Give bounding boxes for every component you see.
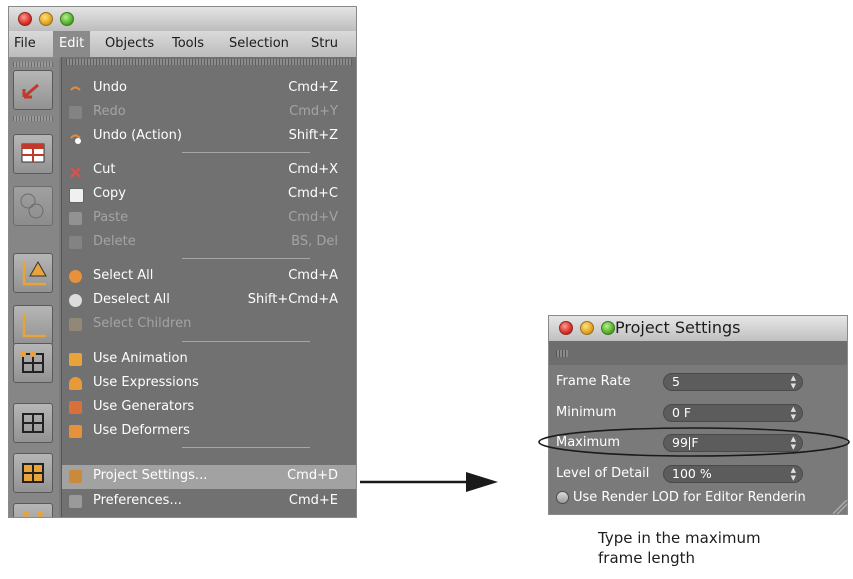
- menu-tools[interactable]: Tools: [172, 36, 204, 51]
- menu-item-use-deformers[interactable]: Use Deformers: [62, 420, 356, 444]
- minimum-row: Minimum 0 F ▲ ▼: [549, 401, 847, 425]
- panel-grip[interactable]: [556, 350, 568, 357]
- window-title: Project Settings: [615, 318, 741, 337]
- menu-item-undo-action[interactable]: Undo (Action) Shift+Z: [62, 125, 356, 149]
- select-children-icon: [69, 318, 82, 331]
- pointer-arrow-icon: [360, 472, 498, 492]
- menu-item-project-settings[interactable]: Project Settings... Cmd+D: [62, 465, 356, 489]
- undo-action-icon: [69, 130, 82, 144]
- menu-tearoff-grip[interactable]: [66, 59, 352, 65]
- select-all-icon: [69, 270, 82, 283]
- undo-tool-button[interactable]: [13, 70, 53, 110]
- render-button[interactable]: [13, 186, 53, 226]
- cinema4d-window: File Edit Objects Tools Selection Stru U…: [8, 6, 357, 518]
- menu-item-cut[interactable]: Cut Cmd+X: [62, 159, 356, 183]
- menu-item-preferences[interactable]: Preferences... Cmd+E: [62, 490, 356, 514]
- project-settings-titlebar: Project Settings: [549, 316, 847, 342]
- menu-separator: [182, 447, 310, 448]
- menu-objects[interactable]: Objects: [105, 36, 154, 51]
- polygons-mode-button[interactable]: [13, 453, 53, 493]
- undo-arrow-icon: [22, 83, 39, 99]
- menu-item-paste[interactable]: Paste Cmd+V: [62, 207, 356, 231]
- paste-icon: [69, 212, 82, 225]
- view-layout-button[interactable]: [13, 134, 53, 174]
- instruction-caption: Type in the maximum frame length: [598, 529, 761, 567]
- zoom-window-button[interactable]: [601, 321, 615, 335]
- render-icon: [20, 193, 44, 219]
- tool-palette: [9, 58, 59, 517]
- menu-separator: [182, 341, 310, 342]
- panel-grip-row: [549, 341, 847, 365]
- animation-icon: [69, 353, 82, 366]
- maximum-highlight-ellipse: [538, 427, 850, 457]
- polygons-icon: [22, 463, 44, 483]
- render-lod-row: Use Render LOD for Editor Renderin: [549, 486, 847, 510]
- frame-rate-row: Frame Rate 5 ▲ ▼: [549, 370, 847, 394]
- stepper-arrows-icon[interactable]: ▲ ▼: [791, 374, 796, 390]
- menu-item-use-animation[interactable]: Use Animation: [62, 348, 356, 372]
- render-lod-checkbox[interactable]: [556, 491, 569, 504]
- menu-item-select-children[interactable]: Select Children: [62, 313, 356, 337]
- layout-icon: [21, 143, 45, 163]
- edges-icon: [22, 413, 44, 433]
- project-settings-window: Project Settings Frame Rate 5 ▲ ▼ Minimum…: [548, 315, 848, 515]
- frame-rate-field[interactable]: 5 ▲ ▼: [663, 373, 803, 391]
- menu-item-select-all[interactable]: Select All Cmd+A: [62, 265, 356, 289]
- menu-selection[interactable]: Selection: [229, 36, 289, 51]
- menu-item-undo[interactable]: Undo Cmd+Z: [62, 77, 356, 101]
- menu-structure[interactable]: Stru: [311, 36, 338, 51]
- hierarchy-button[interactable]: [13, 503, 53, 517]
- stepper-arrows-icon[interactable]: ▲ ▼: [791, 405, 796, 421]
- menu-file[interactable]: File: [14, 36, 36, 51]
- menu-separator: [182, 152, 310, 153]
- menu-separator: [182, 258, 310, 259]
- points-mode-button[interactable]: [13, 343, 53, 383]
- menu-item-deselect-all[interactable]: Deselect All Shift+Cmd+A: [62, 289, 356, 313]
- project-settings-icon: [69, 470, 82, 483]
- menu-edit[interactable]: Edit: [53, 31, 91, 57]
- stepper-arrows-icon[interactable]: ▲ ▼: [791, 466, 796, 482]
- palette-grip[interactable]: [13, 62, 53, 67]
- delete-icon: [69, 236, 82, 249]
- generators-icon: [69, 401, 82, 414]
- close-window-button[interactable]: [18, 12, 32, 26]
- edit-menu-dropdown: Undo Cmd+Z Redo Cmd+Y Undo (Action) Shif…: [61, 57, 356, 517]
- undo-icon: [69, 82, 82, 95]
- scissors-icon: [69, 164, 82, 178]
- minimum-field[interactable]: 0 F ▲ ▼: [663, 404, 803, 422]
- axis-icon: [22, 260, 47, 286]
- expressions-icon: [69, 377, 82, 390]
- deformers-icon: [69, 425, 82, 438]
- menu-item-redo[interactable]: Redo Cmd+Y: [62, 101, 356, 125]
- coordinate-icon: [22, 314, 46, 338]
- minimize-window-button[interactable]: [39, 12, 53, 26]
- edges-mode-button[interactable]: [13, 403, 53, 443]
- zoom-window-button[interactable]: [60, 12, 74, 26]
- resize-grip-icon[interactable]: [833, 500, 847, 514]
- preferences-icon: [69, 495, 82, 508]
- copy-icon: [69, 188, 84, 203]
- level-of-detail-field[interactable]: 100 % ▲ ▼: [663, 465, 803, 483]
- menubar: File Edit Objects Tools Selection Stru: [9, 31, 356, 58]
- hierarchy-icon: [23, 511, 43, 517]
- menu-item-use-expressions[interactable]: Use Expressions: [62, 372, 356, 396]
- level-of-detail-row: Level of Detail 100 % ▲ ▼: [549, 462, 847, 486]
- points-icon: [20, 351, 44, 373]
- palette-grip[interactable]: [13, 116, 53, 121]
- menu-item-delete[interactable]: Delete BS, Del: [62, 231, 356, 255]
- move-tool-button[interactable]: [13, 253, 53, 293]
- menu-item-use-generators[interactable]: Use Generators: [62, 396, 356, 420]
- axis-tool-button[interactable]: [13, 305, 53, 345]
- deselect-all-icon: [69, 294, 82, 307]
- menu-item-copy[interactable]: Copy Cmd+C: [62, 183, 356, 207]
- window-titlebar: [9, 7, 356, 32]
- close-window-button[interactable]: [559, 321, 573, 335]
- redo-icon: [69, 106, 82, 119]
- minimize-window-button[interactable]: [580, 321, 594, 335]
